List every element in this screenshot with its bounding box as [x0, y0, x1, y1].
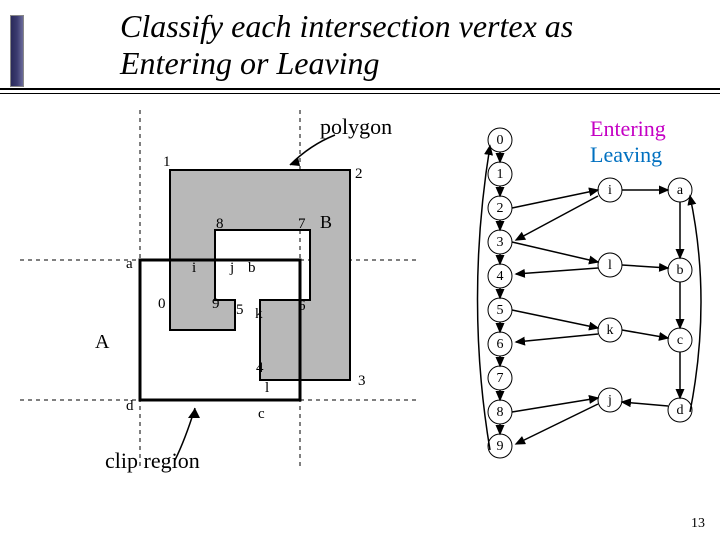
- svg-text:1: 1: [497, 167, 504, 182]
- svg-text:8: 8: [216, 216, 224, 232]
- svg-text:i: i: [192, 260, 196, 276]
- svg-text:d: d: [677, 403, 684, 418]
- vertex-graph: 0 1 2 3 4 5 6 7 8 9: [440, 100, 720, 500]
- label-A: A: [95, 332, 109, 352]
- svg-text:5: 5: [236, 302, 244, 318]
- svg-text:k: k: [255, 306, 263, 322]
- svg-text:0: 0: [497, 133, 504, 148]
- svg-text:i: i: [608, 183, 612, 198]
- svg-text:j: j: [229, 260, 234, 276]
- svg-text:3: 3: [497, 235, 504, 250]
- svg-text:j: j: [607, 393, 612, 408]
- svg-text:d: d: [126, 398, 134, 414]
- svg-text:4: 4: [497, 269, 504, 284]
- svg-text:k: k: [607, 323, 614, 338]
- svg-text:l: l: [608, 258, 612, 273]
- svg-text:7: 7: [298, 216, 306, 232]
- svg-text:a: a: [126, 256, 133, 272]
- title-rule-thin: [0, 93, 720, 94]
- svg-text:9: 9: [212, 296, 220, 312]
- title-line2: Entering or Leaving: [120, 45, 380, 81]
- svg-text:5: 5: [497, 303, 504, 318]
- right-chain: i a b k c j d l: [598, 178, 692, 422]
- svg-text:8: 8: [497, 405, 504, 420]
- label-clip-region: clip region: [105, 450, 200, 472]
- label-B: B: [320, 213, 332, 231]
- svg-text:2: 2: [355, 166, 363, 182]
- svg-text:1: 1: [163, 154, 171, 170]
- svg-text:c: c: [677, 333, 683, 348]
- svg-text:c: c: [258, 406, 265, 422]
- slide-title: Classify each intersection vertex as Ent…: [120, 8, 680, 82]
- page-number: 13: [691, 516, 705, 532]
- svg-text:0: 0: [158, 296, 166, 312]
- svg-text:6: 6: [497, 337, 504, 352]
- title-rule-thick: [0, 88, 720, 90]
- title-block: Classify each intersection vertex as Ent…: [120, 8, 680, 82]
- title-line1: Classify each intersection vertex as: [120, 8, 573, 44]
- polygon-clipping-figure: 1 2 3 4 5 6 7 8 9 0 a b c d i j k l: [0, 100, 430, 500]
- svg-text:9: 9: [497, 439, 504, 454]
- accent-bar: [10, 15, 24, 87]
- diagram-area: 1 2 3 4 5 6 7 8 9 0 a b c d i j k l A B …: [0, 100, 720, 520]
- svg-text:7: 7: [497, 371, 504, 386]
- svg-text:b: b: [677, 263, 684, 278]
- svg-text:4: 4: [256, 360, 264, 376]
- label-polygon: polygon: [320, 116, 392, 138]
- svg-text:l: l: [265, 380, 269, 396]
- svg-text:6: 6: [298, 298, 306, 314]
- svg-text:2: 2: [497, 201, 504, 216]
- left-chain: 0 1 2 3 4 5 6 7 8 9: [478, 128, 513, 458]
- svg-text:a: a: [677, 183, 684, 198]
- svg-text:b: b: [248, 260, 256, 276]
- svg-text:3: 3: [358, 373, 366, 389]
